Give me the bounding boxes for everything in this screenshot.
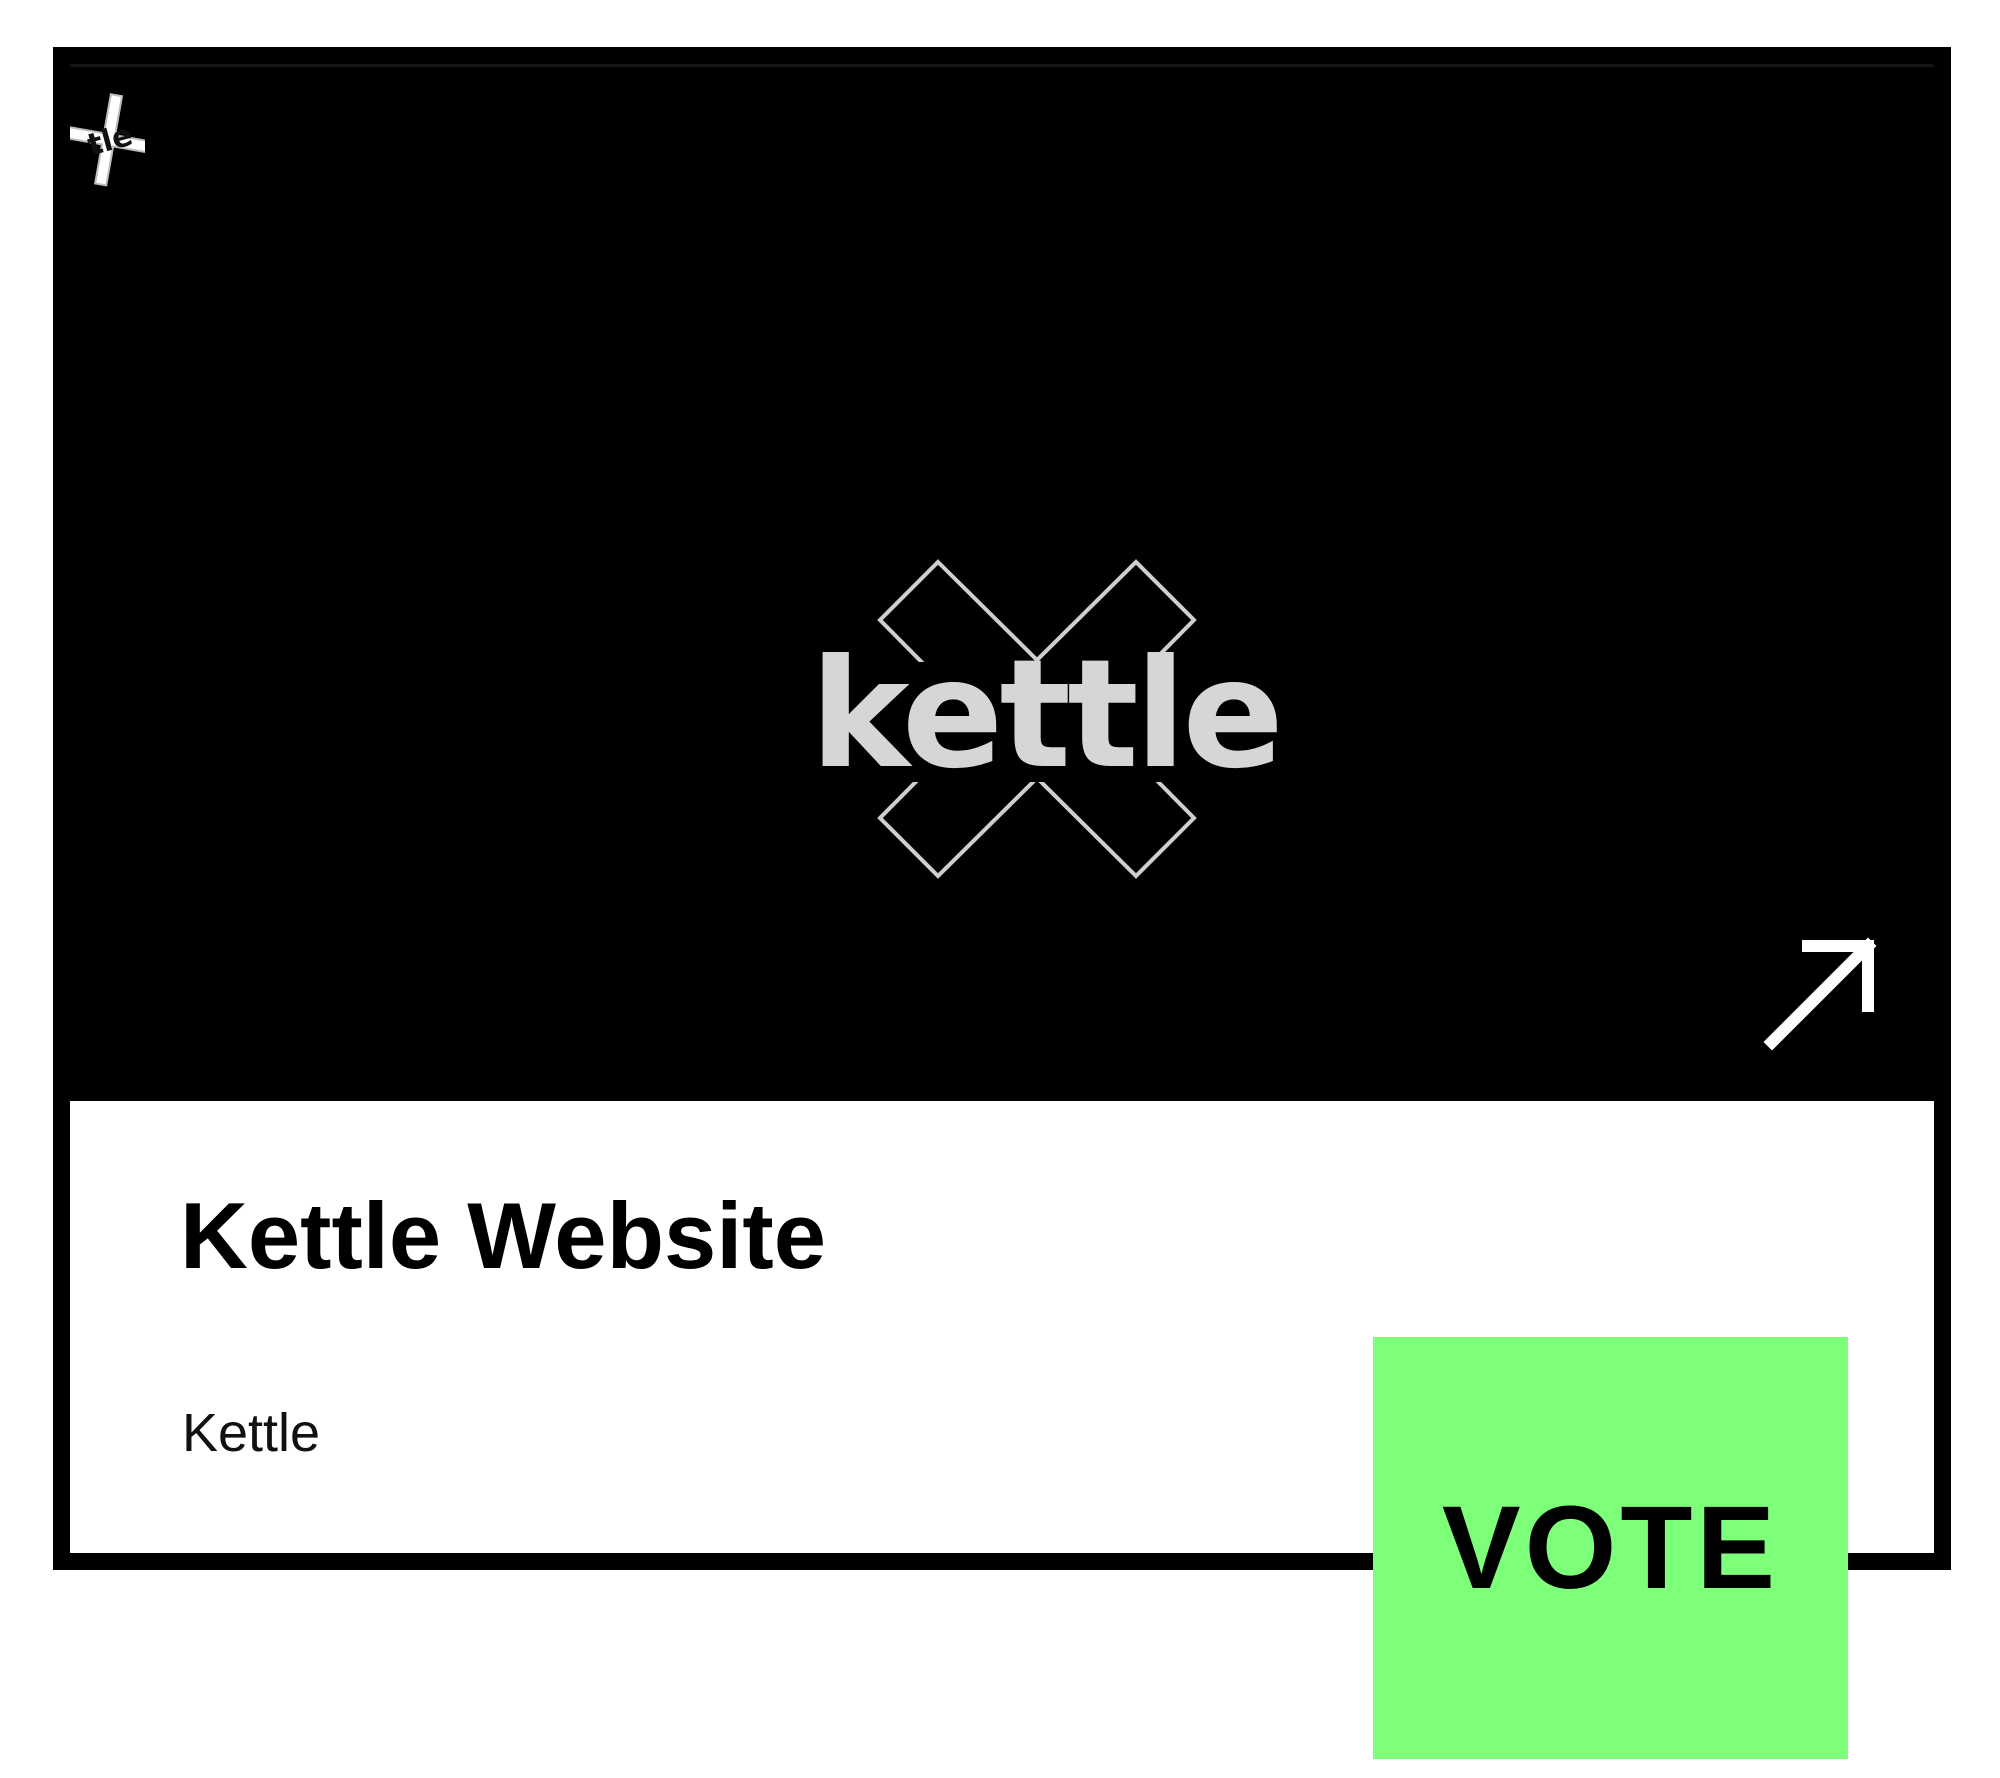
project-author: Kettle bbox=[182, 1403, 321, 1463]
corner-logo-text: tle bbox=[84, 118, 137, 163]
logo-wordmark: kettle bbox=[810, 628, 1280, 802]
arrow-up-right-icon[interactable] bbox=[1750, 924, 1890, 1064]
project-thumbnail[interactable]: tle kettle bbox=[70, 64, 1934, 1101]
project-title[interactable]: Kettle Website bbox=[180, 1181, 826, 1291]
thumbnail-divider bbox=[70, 64, 1934, 67]
kettle-logo: kettle bbox=[810, 559, 1284, 879]
vote-button[interactable]: VOTE bbox=[1373, 1337, 1848, 1759]
corner-kettle-logo: tle bbox=[70, 93, 145, 187]
